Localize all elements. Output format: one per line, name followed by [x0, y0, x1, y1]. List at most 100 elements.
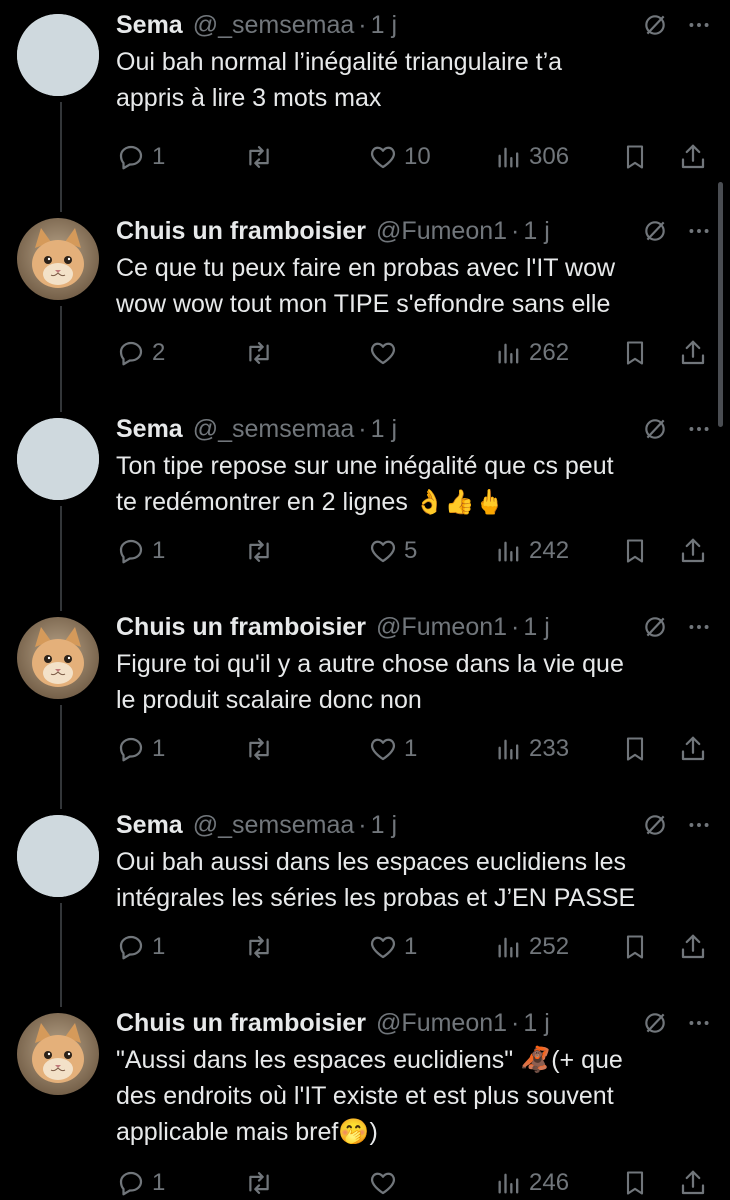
retweet-button[interactable] — [243, 927, 281, 967]
tweet[interactable]: Chuis un framboisier @Fumeon1 · 1 j Figu… — [0, 608, 730, 769]
timestamp[interactable]: 1 j — [371, 11, 397, 40]
scrollbar[interactable] — [718, 182, 723, 427]
grok-icon[interactable] — [642, 812, 668, 838]
tweet-header: Chuis un framboisier @Fumeon1 · 1 j — [116, 608, 712, 646]
grok-icon[interactable] — [642, 416, 668, 442]
tweet[interactable]: Chuis un framboisier @Fumeon1 · 1 j Ce q… — [0, 212, 730, 373]
reply-button[interactable]: 2 — [116, 333, 165, 373]
bookmark-icon — [621, 932, 649, 962]
views-button[interactable]: 233 — [495, 729, 569, 769]
more-icon[interactable] — [686, 12, 712, 38]
tweet[interactable]: Sema @_semsemaa · 1 j Oui bah aussi dans… — [0, 806, 730, 967]
avatar[interactable] — [17, 617, 99, 699]
share-button[interactable] — [678, 729, 708, 769]
share-button[interactable] — [678, 927, 708, 967]
display-name[interactable]: Chuis un framboisier — [116, 1009, 366, 1038]
separator-dot: · — [358, 414, 367, 443]
views-icon — [495, 142, 523, 172]
reply-button[interactable]: 1 — [116, 1163, 165, 1200]
user-handle[interactable]: @Fumeon1 — [376, 613, 507, 642]
retweet-icon — [243, 338, 275, 368]
reply-count: 1 — [152, 143, 166, 170]
user-handle[interactable]: @Fumeon1 — [376, 1009, 507, 1038]
grok-icon[interactable] — [642, 12, 668, 38]
like-button[interactable] — [368, 333, 404, 373]
reply-button[interactable]: 1 — [116, 137, 165, 177]
tweet-content: Chuis un framboisier @Fumeon1 · 1 j Figu… — [116, 608, 712, 718]
display-name[interactable]: Sema — [116, 11, 183, 40]
user-handle[interactable]: @_semsemaa — [193, 11, 355, 40]
views-icon — [495, 932, 523, 962]
retweet-icon — [243, 734, 275, 764]
like-button[interactable]: 1 — [368, 927, 417, 967]
user-handle[interactable]: @Fumeon1 — [376, 217, 507, 246]
views-button[interactable]: 246 — [495, 1163, 569, 1200]
more-icon[interactable] — [686, 812, 712, 838]
timestamp[interactable]: 1 j — [523, 613, 549, 642]
views-button[interactable]: 242 — [495, 531, 569, 571]
grok-icon[interactable] — [642, 614, 668, 640]
share-button[interactable] — [678, 1163, 708, 1200]
tweet[interactable]: Chuis un framboisier @Fumeon1 · 1 j "Aus… — [0, 1004, 730, 1200]
tweet-content: Chuis un framboisier @Fumeon1 · 1 j "Aus… — [116, 1004, 712, 1150]
more-icon[interactable] — [686, 218, 712, 244]
user-handle[interactable]: @_semsemaa — [193, 415, 355, 444]
avatar[interactable] — [17, 1013, 99, 1095]
retweet-icon — [243, 536, 275, 566]
more-icon[interactable] — [686, 416, 712, 442]
reply-button[interactable]: 1 — [116, 531, 165, 571]
like-button[interactable] — [368, 1163, 404, 1200]
views-button[interactable]: 262 — [495, 333, 569, 373]
timestamp[interactable]: 1 j — [371, 811, 397, 840]
avatar[interactable] — [17, 815, 99, 897]
share-icon — [678, 338, 708, 368]
reply-count: 1 — [152, 537, 166, 564]
share-button[interactable] — [678, 137, 708, 177]
views-icon — [495, 536, 523, 566]
reply-icon — [116, 1168, 146, 1198]
like-button[interactable]: 1 — [368, 729, 417, 769]
more-icon[interactable] — [686, 1010, 712, 1036]
display-name[interactable]: Chuis un framboisier — [116, 613, 366, 642]
avatar[interactable] — [17, 14, 99, 96]
views-button[interactable]: 306 — [495, 137, 569, 177]
retweet-button[interactable] — [243, 531, 281, 571]
bookmark-button[interactable] — [621, 333, 649, 373]
share-button[interactable] — [678, 333, 708, 373]
tweet-header-actions — [642, 1004, 712, 1042]
tweet-header-actions — [642, 6, 712, 44]
retweet-button[interactable] — [243, 729, 281, 769]
display-name[interactable]: Sema — [116, 415, 183, 444]
like-button[interactable]: 5 — [368, 531, 417, 571]
tweet[interactable]: Sema @_semsemaa · 1 j Ton tipe repose su… — [0, 410, 730, 571]
views-button[interactable]: 252 — [495, 927, 569, 967]
reply-button[interactable]: 1 — [116, 729, 165, 769]
retweet-button[interactable] — [243, 137, 281, 177]
user-handle[interactable]: @_semsemaa — [193, 811, 355, 840]
reply-button[interactable]: 1 — [116, 927, 165, 967]
bookmark-button[interactable] — [621, 1163, 649, 1200]
display-name[interactable]: Sema — [116, 811, 183, 840]
grok-icon[interactable] — [642, 1010, 668, 1036]
timestamp[interactable]: 1 j — [523, 217, 549, 246]
retweet-button[interactable] — [243, 333, 281, 373]
tweet[interactable]: Sema @_semsemaa · 1 j Oui bah normal l’i… — [0, 6, 730, 177]
more-icon[interactable] — [686, 614, 712, 640]
retweet-button[interactable] — [243, 1163, 281, 1200]
heart-icon — [368, 338, 398, 368]
like-button[interactable]: 10 — [368, 137, 431, 177]
display-name[interactable]: Chuis un framboisier — [116, 217, 366, 246]
bookmark-button[interactable] — [621, 927, 649, 967]
avatar[interactable] — [17, 218, 99, 300]
grok-icon[interactable] — [642, 218, 668, 244]
avatar[interactable] — [17, 418, 99, 500]
bookmark-button[interactable] — [621, 531, 649, 571]
separator-dot: · — [511, 216, 520, 245]
views-count: 242 — [529, 537, 570, 564]
timestamp[interactable]: 1 j — [523, 1009, 549, 1038]
reply-count: 1 — [152, 933, 166, 960]
share-button[interactable] — [678, 531, 708, 571]
bookmark-button[interactable] — [621, 137, 649, 177]
bookmark-button[interactable] — [621, 729, 649, 769]
timestamp[interactable]: 1 j — [371, 415, 397, 444]
